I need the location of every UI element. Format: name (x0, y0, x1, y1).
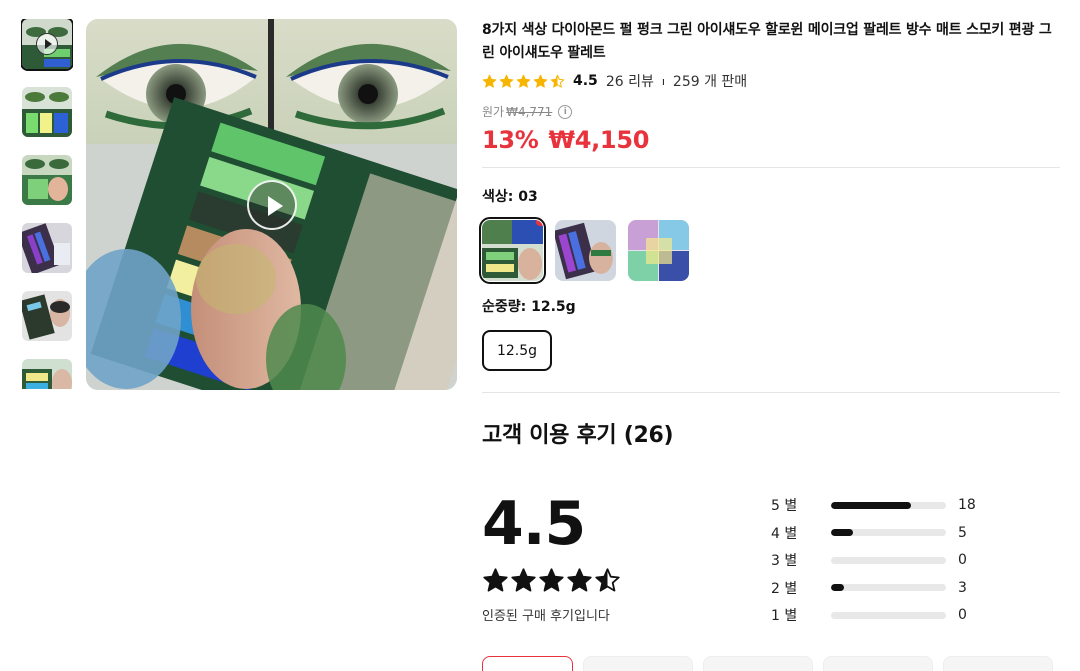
play-video-button[interactable] (247, 180, 297, 230)
histogram-row[interactable]: 5 별 18 (771, 495, 976, 515)
histogram-label: 5 별 (771, 498, 798, 514)
reviews-title: 고객 이용 후기 (26) (482, 423, 674, 448)
sale-price-row: 13% ₩4,150 (482, 126, 1060, 154)
rating-stars (482, 74, 565, 89)
rating-value: 4.5 (573, 73, 598, 89)
histogram-label: 2 별 (771, 580, 798, 597)
fire-icon (535, 220, 543, 226)
thumbnail-2[interactable] (22, 87, 72, 137)
weight-chip[interactable]: 12.5g (482, 330, 552, 371)
star-icon (550, 74, 565, 88)
star-icon (567, 568, 592, 592)
thumbnail-image (22, 155, 72, 205)
separator: ı (661, 74, 665, 88)
review-filters (482, 656, 1053, 671)
weight-option-label: 순중량: 12.5g (482, 299, 576, 315)
swatch-image (628, 220, 689, 281)
star-icon (511, 568, 536, 592)
swatch-image (555, 220, 616, 281)
swatch-image (482, 220, 543, 281)
thumbnail-3[interactable] (22, 155, 72, 205)
original-price: ₩4,771 (506, 104, 553, 119)
histogram-bar (831, 611, 946, 619)
verified-purchase-note: 인증된 구매 후기입니다 (482, 609, 610, 624)
color-swatches (479, 217, 689, 284)
info-icon[interactable]: i (558, 104, 573, 119)
color-option: 색상: 03 (479, 186, 689, 284)
histogram-row[interactable]: 1 별 0 (771, 605, 967, 625)
swatch-purple-green[interactable] (555, 220, 616, 281)
thumbnail-6[interactable] (22, 359, 72, 389)
histogram-bar-fill (831, 584, 845, 591)
product-main-media[interactable] (86, 19, 457, 390)
thumbnail-image (22, 291, 72, 341)
average-score: 4.5 (482, 489, 586, 559)
thumbnail-list (21, 19, 73, 389)
star-icon (595, 568, 620, 592)
histogram-count: 0 (958, 552, 967, 568)
histogram-row[interactable]: 3 별 0 (771, 550, 967, 570)
histogram-count: 3 (958, 579, 967, 596)
star-icon (533, 74, 548, 88)
original-price-label: 원가 (482, 105, 505, 119)
play-icon (36, 33, 58, 55)
histogram-bar (831, 529, 946, 536)
product-title: 8가지 색상 다이아몬드 펄 펑크 그린 아이섀도우 할로윈 메이크업 팔레트 … (482, 22, 1052, 61)
histogram-bar-fill (831, 529, 854, 536)
sale-price: ₩4,150 (548, 126, 650, 154)
star-icon (516, 74, 531, 88)
thumbnail-5[interactable] (22, 291, 72, 341)
histogram-bar (831, 584, 946, 591)
swatch-multi[interactable] (628, 220, 689, 281)
histogram-label: 3 별 (771, 553, 798, 569)
star-icon (539, 568, 564, 592)
rating-summary[interactable]: 4.5 26 리뷰 ı 259 개 판매 (482, 71, 1060, 91)
histogram-row[interactable]: 2 별 3 (771, 578, 967, 598)
review-filter-chip[interactable] (823, 656, 933, 671)
average-stars (482, 567, 621, 594)
histogram-count: 5 (958, 524, 967, 541)
review-filter-chip[interactable] (703, 656, 813, 671)
histogram-row[interactable]: 4 별 5 (771, 523, 967, 543)
histogram-label: 4 별 (771, 525, 798, 542)
sold-count: 259 개 판매 (672, 74, 748, 90)
product-info: 8가지 색상 다이아몬드 펄 펑크 그린 아이섀도우 할로윈 메이크업 팔레트 … (482, 19, 1060, 154)
histogram-count: 0 (958, 607, 967, 623)
review-filter-chip[interactable] (943, 656, 1053, 671)
divider (482, 392, 1060, 393)
histogram-label: 1 별 (771, 608, 798, 624)
divider (482, 167, 1060, 168)
discount-percent: 13% (482, 126, 539, 154)
review-filter-chip[interactable] (583, 656, 693, 671)
star-icon (483, 568, 508, 592)
review-count[interactable]: 26 리뷰 (606, 71, 654, 91)
thumbnail-video[interactable] (21, 19, 73, 71)
original-price-row: 원가 ₩4,771 i (482, 103, 1060, 120)
star-icon (499, 74, 514, 88)
review-filter-chip[interactable] (482, 656, 573, 671)
reviews-section: 고객 이용 후기 (26) 4.5 인증된 구매 후기입니다 5 별 18 4 별 5… (482, 417, 1060, 647)
histogram-bar-fill (831, 501, 911, 509)
weight-option: 순중량: 12.5g 12.5g (482, 296, 576, 371)
thumbnail-image (22, 223, 72, 273)
thumbnail-image (22, 87, 72, 137)
thumbnail-image (22, 359, 72, 389)
histogram-count: 18 (958, 497, 976, 513)
histogram-bar (831, 501, 946, 509)
color-option-label: 색상: 03 (482, 189, 538, 205)
thumbnail-4[interactable] (22, 223, 72, 273)
star-icon (482, 74, 497, 88)
histogram-bar (831, 556, 946, 564)
swatch-03[interactable] (479, 217, 546, 284)
